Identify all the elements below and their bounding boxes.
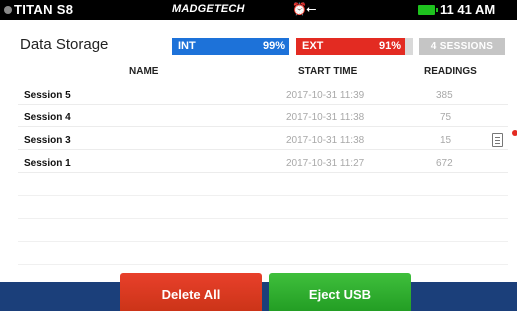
session-name: Session 1 bbox=[24, 158, 71, 169]
session-readings: 672 bbox=[436, 158, 453, 169]
internal-memory-bar: INT 99% bbox=[172, 38, 289, 55]
external-memory-remaining bbox=[405, 38, 413, 55]
alarm-icon: ⏰ bbox=[292, 2, 307, 16]
internal-memory-label: INT bbox=[178, 40, 196, 52]
table-row[interactable]: Session 4 2017-10-31 11:38 75 bbox=[18, 108, 508, 127]
empty-row bbox=[18, 246, 508, 265]
device-name: TITAN S8 bbox=[14, 2, 74, 17]
empty-row bbox=[18, 177, 508, 196]
session-start-time: 2017-10-31 11:27 bbox=[286, 158, 365, 169]
session-name: Session 5 bbox=[24, 90, 71, 101]
session-start-time: 2017-10-31 11:39 bbox=[286, 90, 365, 101]
internal-memory-percent: 99% bbox=[262, 40, 285, 52]
delete-all-button[interactable]: Delete All bbox=[120, 273, 262, 311]
session-readings: 15 bbox=[440, 135, 452, 146]
column-header-start-time: START TIME bbox=[298, 66, 358, 77]
document-icon[interactable] bbox=[492, 133, 503, 147]
session-start-time: 2017-10-31 11:38 bbox=[286, 135, 365, 146]
session-name: Session 3 bbox=[24, 135, 71, 146]
column-header-name: NAME bbox=[129, 66, 159, 77]
status-dot-icon bbox=[4, 6, 12, 14]
session-start-time: 2017-10-31 11:38 bbox=[286, 112, 365, 123]
session-readings: 385 bbox=[436, 90, 453, 101]
session-readings: 75 bbox=[440, 112, 452, 123]
column-header-readings: READINGS bbox=[424, 66, 477, 77]
table-row[interactable]: Session 5 2017-10-31 11:39 385 bbox=[18, 86, 508, 105]
battery-icon bbox=[418, 5, 438, 15]
table-row[interactable]: Session 3 2017-10-31 11:38 15 bbox=[18, 131, 508, 150]
brand-logo: MADGETECH bbox=[172, 3, 245, 15]
sessions-button[interactable]: 4 SESSIONS bbox=[419, 38, 505, 55]
empty-row bbox=[18, 223, 508, 242]
eject-usb-button[interactable]: Eject USB bbox=[269, 273, 411, 311]
session-name: Session 4 bbox=[24, 112, 71, 123]
empty-row bbox=[18, 200, 508, 219]
status-bar: TITAN S8 MADGETECH ⏰ ⭠ 11 41 AM bbox=[0, 0, 517, 20]
usb-icon: ⭠ bbox=[306, 1, 317, 16]
external-memory-bar: EXT 91% bbox=[296, 38, 413, 55]
clock: 11 41 AM bbox=[440, 2, 496, 17]
indicator-dot-icon bbox=[512, 130, 517, 136]
page-title: Data Storage bbox=[20, 36, 109, 53]
table-row[interactable]: Session 1 2017-10-31 11:27 672 bbox=[18, 154, 508, 173]
external-memory-label: EXT bbox=[302, 40, 324, 52]
external-memory-percent: 91% bbox=[378, 40, 401, 52]
table-header: NAME START TIME READINGS bbox=[20, 66, 510, 82]
